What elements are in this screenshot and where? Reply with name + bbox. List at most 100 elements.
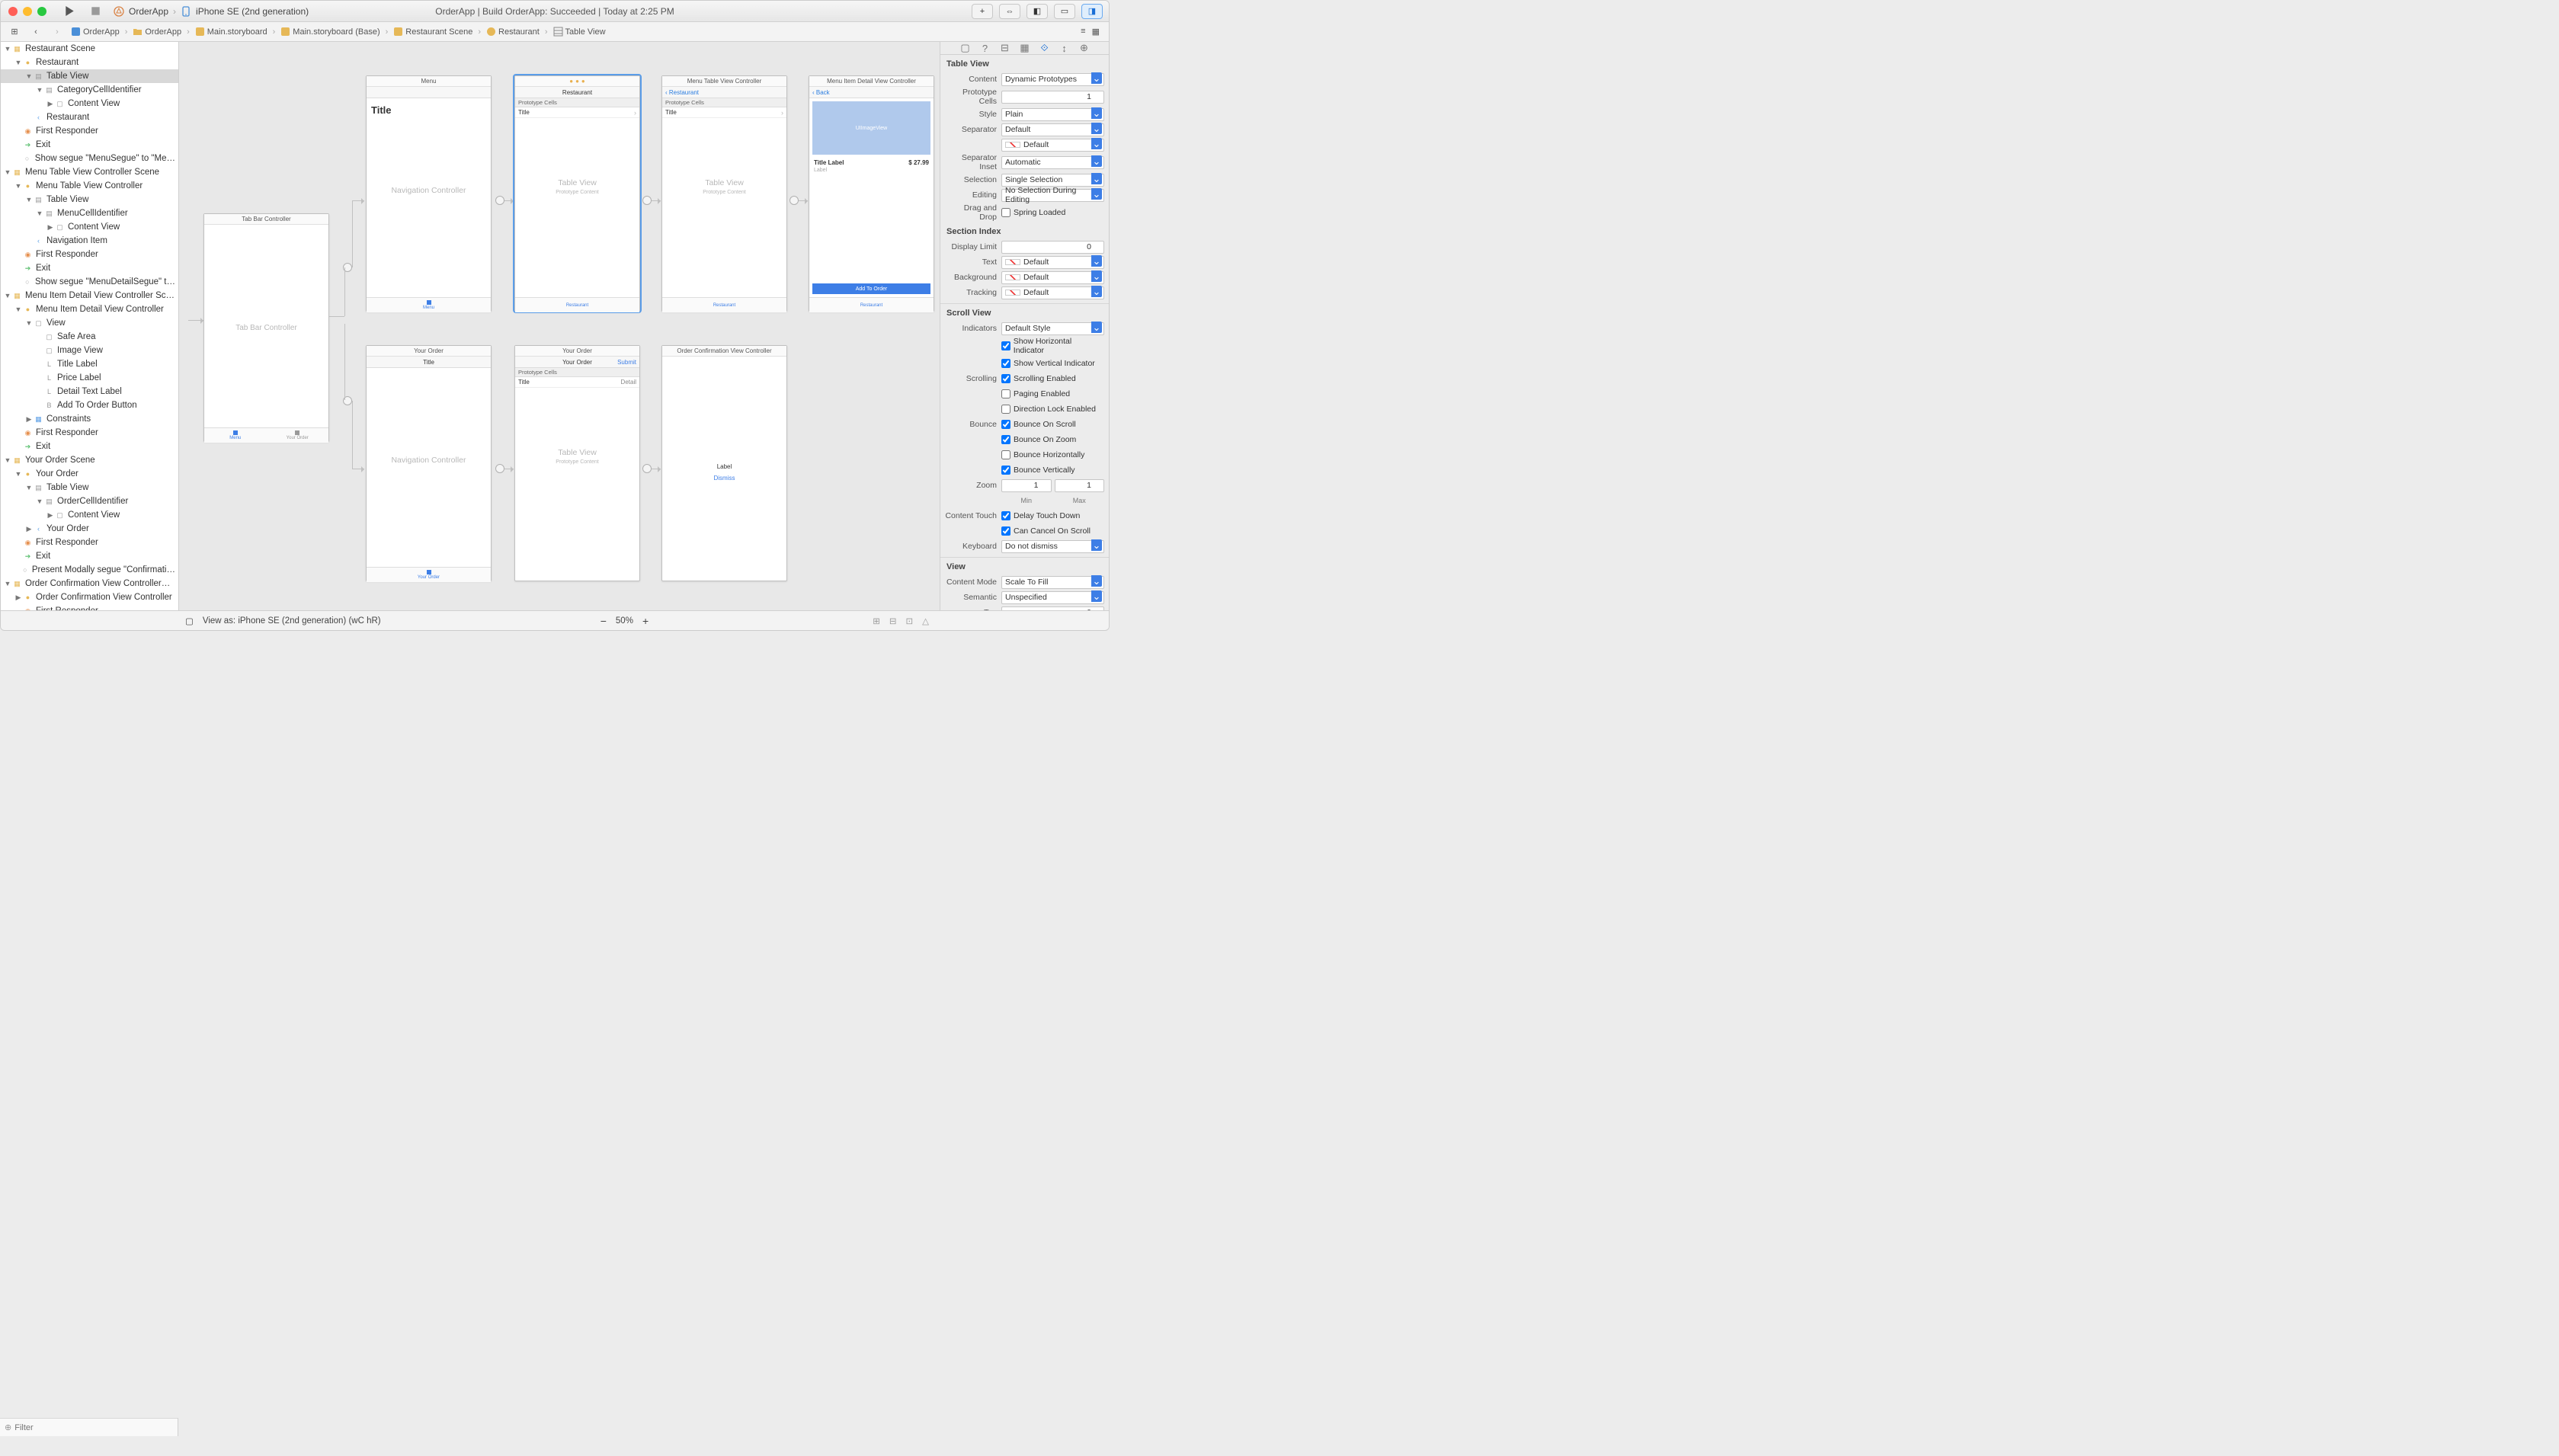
prototype-cells-field[interactable]: 1 [1001,91,1104,104]
direction-lock-checkbox[interactable]: Direction Lock Enabled [1001,405,1096,414]
separator-color-select[interactable]: Default [1001,139,1104,152]
outline-row[interactable]: ▶‹Your Order [1,522,178,536]
outline-row[interactable]: ▶▦Constraints [1,412,178,426]
outline-row[interactable]: ▶▢Content View [1,508,178,522]
outline-row[interactable]: ▼▤Table View [1,69,178,83]
breadcrumb-scene[interactable]: Restaurant Scene [392,27,474,37]
show-v-indicator-checkbox[interactable]: Show Vertical Indicator [1001,359,1095,368]
separator-select[interactable]: Default [1001,123,1104,136]
outline-row[interactable]: ◉First Responder [1,426,178,440]
pin-button[interactable]: ⊡ [902,616,918,626]
outline-row[interactable]: ▼▦Menu Table View Controller Scene [1,165,178,179]
editing-select[interactable]: No Selection During Editing [1001,189,1104,202]
zoom-level[interactable]: 50% [616,616,633,626]
separator-inset-select[interactable]: Automatic [1001,156,1104,169]
breadcrumb-folder[interactable]: OrderApp [131,27,183,37]
scene-tabbar[interactable]: Tab Bar Controller Tab Bar Controller Me… [203,213,329,442]
forward-button[interactable]: › [48,25,66,39]
outline-row[interactable]: ▶▢Content View [1,97,178,110]
toggle-debug-button[interactable]: ▭ [1054,4,1075,19]
related-items-button[interactable]: ⊞ [5,25,24,39]
content-mode-select[interactable]: Scale To Fill [1001,576,1104,589]
editor-options-button[interactable]: ≡ [1081,27,1085,37]
outline-row[interactable]: ▼▤Table View [1,193,178,206]
outline-row[interactable]: ◉First Responder [1,124,178,138]
view-as-label[interactable]: View as: iPhone SE (2nd generation) (wC … [203,616,381,626]
outline-row[interactable]: ◉First Responder [1,248,178,261]
scheme-selector[interactable]: OrderApp › iPhone SE (2nd generation) [114,6,309,17]
device-config-button[interactable]: ▢ [185,616,194,626]
run-button[interactable] [60,5,78,18]
bounce-v-checkbox[interactable]: Bounce Vertically [1001,466,1075,475]
outline-row[interactable]: ▼▤MenuCellIdentifier [1,206,178,220]
outline-row[interactable]: ➔Exit [1,261,178,275]
add-inspector-tab[interactable]: ⊕ [1078,42,1091,54]
minimize-window[interactable] [23,7,32,16]
attributes-inspector-tab[interactable]: ▦ [1019,42,1031,54]
scene-restaurant[interactable]: ●●● Restaurant Prototype Cells Title› Ta… [514,75,640,312]
outline-row[interactable]: ▼▤Table View [1,481,178,494]
dismiss-button[interactable]: Dismiss [662,475,786,482]
toggle-inspector-button[interactable]: ◨ [1081,4,1103,19]
document-outline[interactable]: ▼▦Restaurant Scene▼●Restaurant▼▤Table Vi… [1,42,179,610]
outline-row[interactable]: ➔Exit [1,440,178,453]
outline-row[interactable]: ▼●Restaurant [1,56,178,69]
outline-row[interactable]: ○Show segue "MenuSegue" to "Me… [1,152,178,165]
outline-row[interactable]: ◉First Responder [1,604,178,610]
embed-button[interactable]: ⊞ [868,616,885,626]
breadcrumb-tableview[interactable]: Table View [552,27,607,37]
adjust-editor-button[interactable]: ▦ [1092,27,1100,37]
delay-touch-checkbox[interactable]: Delay Touch Down [1001,511,1080,520]
breadcrumb-vc[interactable]: Restaurant [485,27,541,37]
outline-row[interactable]: ‹Navigation Item [1,234,178,248]
storyboard-canvas[interactable]: Tab Bar Controller Tab Bar Controller Me… [179,42,940,610]
selection-select[interactable]: Single Selection [1001,174,1104,187]
semantic-select[interactable]: Unspecified [1001,591,1104,604]
scene-nav-order[interactable]: Your Order Title Navigation Controller Y… [366,345,492,581]
content-select[interactable]: Dynamic Prototypes [1001,73,1104,86]
spring-loaded-checkbox[interactable]: Spring Loaded [1001,208,1065,217]
align-button[interactable]: ⊟ [885,616,902,626]
outline-row[interactable]: ▼▦Your Order Scene [1,453,178,467]
outline-row[interactable]: ▼●Menu Item Detail View Controller [1,302,178,316]
outline-row[interactable]: ▼▦Order Confirmation View Controller… [1,577,178,590]
keyboard-select[interactable]: Do not dismiss [1001,540,1104,553]
index-background-select[interactable]: Default [1001,271,1104,284]
tab-order[interactable]: Your Order [267,428,329,443]
paging-enabled-checkbox[interactable]: Paging Enabled [1001,389,1070,398]
outline-row[interactable]: ➔Exit [1,138,178,152]
code-review-button[interactable]: ⇔ [999,4,1020,19]
display-limit-field[interactable]: 0 [1001,241,1104,254]
outline-row[interactable]: ▼●Menu Table View Controller [1,179,178,193]
file-inspector-tab[interactable]: ▢ [959,42,972,54]
scene-nav-menu[interactable]: Menu Title Navigation Controller Menu [366,75,492,312]
scene-detail[interactable]: Menu Item Detail View Controller ‹ Back … [809,75,934,312]
outline-row[interactable]: ▼▦Restaurant Scene [1,42,178,56]
outline-row[interactable]: ▢Safe Area [1,330,178,344]
cancel-on-scroll-checkbox[interactable]: Can Cancel On Scroll [1001,526,1091,536]
close-window[interactable] [8,7,18,16]
breadcrumb-project[interactable]: OrderApp [69,27,121,37]
connections-inspector-tab[interactable]: ↕ [1059,43,1071,54]
outline-row[interactable]: LDetail Text Label [1,385,178,398]
size-inspector-tab[interactable]: ⟐ [1039,42,1051,54]
index-text-select[interactable]: Default [1001,256,1104,269]
help-inspector-tab[interactable]: ? [979,43,991,54]
bounce-h-checkbox[interactable]: Bounce Horizontally [1001,450,1084,459]
outline-row[interactable]: ▶●Order Confirmation View Controller [1,590,178,604]
stop-button[interactable] [86,5,104,18]
scene-menu[interactable]: Menu Table View Controller ‹ Restaurant … [661,75,787,312]
outline-row[interactable]: BAdd To Order Button [1,398,178,412]
bounce-zoom-checkbox[interactable]: Bounce On Zoom [1001,435,1076,444]
scene-your-order[interactable]: Your Order Your OrderSubmit Prototype Ce… [514,345,640,581]
scene-confirmation[interactable]: Order Confirmation View Controller Label… [661,345,787,581]
outline-row[interactable]: ▼▦Menu Item Detail View Controller Sc… [1,289,178,302]
tab-menu[interactable]: Menu [204,428,267,443]
breadcrumb-storyboard[interactable]: Main.storyboard [194,27,269,37]
outline-row[interactable]: ▼▤OrderCellIdentifier [1,494,178,508]
zoom-window[interactable] [37,7,46,16]
breadcrumb-base[interactable]: Main.storyboard (Base) [279,27,381,37]
tag-field[interactable]: 0 [1001,606,1104,611]
outline-row[interactable]: ▼▤CategoryCellIdentifier [1,83,178,97]
inspector-tabs[interactable]: ▢ ? ⊟ ▦ ⟐ ↕ ⊕ [940,42,1109,55]
